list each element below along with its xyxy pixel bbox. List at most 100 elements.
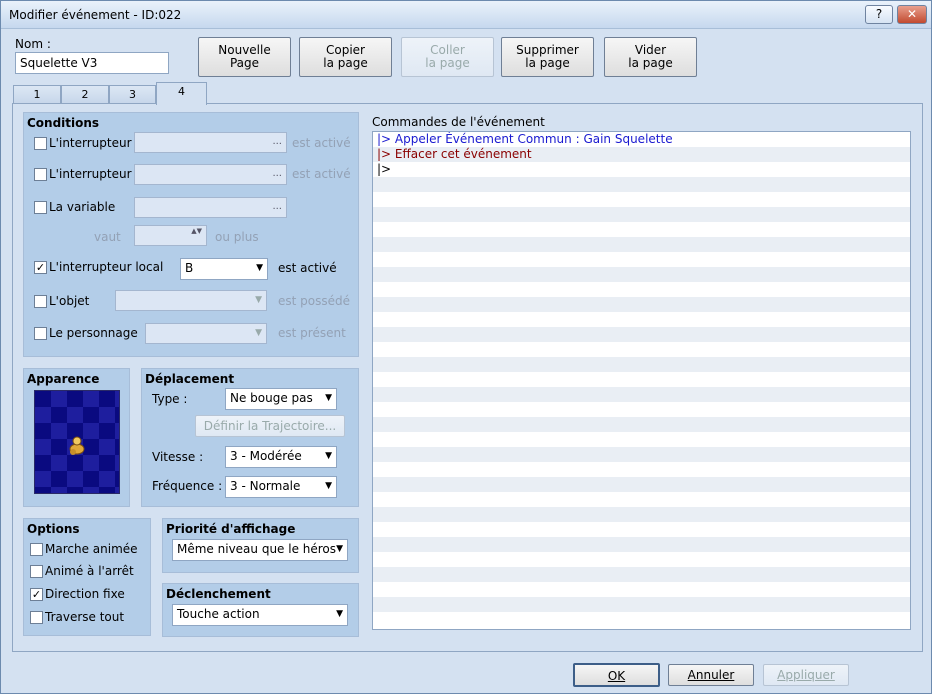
- step-anim-label: Animé à l'arrêt: [45, 564, 134, 578]
- actor-label: Le personnage: [49, 326, 138, 340]
- command-line[interactable]: [373, 312, 910, 327]
- through-label: Traverse tout: [45, 610, 125, 624]
- switch1-field[interactable]: ...: [134, 132, 287, 153]
- trigger-select[interactable]: Touche action ▼: [172, 604, 348, 626]
- close-button[interactable]: ✕: [897, 5, 927, 24]
- command-line[interactable]: [373, 537, 910, 552]
- self-switch-value: B: [185, 261, 194, 275]
- command-line[interactable]: [373, 282, 910, 297]
- help-button[interactable]: ?: [865, 5, 893, 24]
- command-line[interactable]: [373, 357, 910, 372]
- command-line[interactable]: |> Effacer cet événement: [373, 147, 910, 162]
- new-page-label-2: Page: [229, 56, 260, 70]
- item-checkbox[interactable]: [34, 295, 47, 308]
- self-switch-select[interactable]: B ▼: [180, 258, 268, 280]
- item-select[interactable]: ▼: [115, 290, 267, 311]
- priority-select[interactable]: Même niveau que le héros ▼: [172, 539, 348, 561]
- speed-select[interactable]: 3 - Modérée ▼: [225, 446, 337, 468]
- command-line[interactable]: [373, 522, 910, 537]
- copy-page-button[interactable]: Copier la page: [299, 37, 392, 77]
- ok-button[interactable]: OK: [573, 663, 660, 687]
- variable-value-spinner[interactable]: ▲▼: [134, 225, 207, 246]
- paste-page-button[interactable]: Coller la page: [401, 37, 494, 77]
- cancel-button[interactable]: Annuler: [668, 664, 754, 686]
- event-graphic[interactable]: [34, 390, 120, 494]
- command-line[interactable]: [373, 387, 910, 402]
- command-line[interactable]: [373, 252, 910, 267]
- command-line[interactable]: |>: [373, 162, 910, 177]
- trigger-value: Touche action: [177, 607, 260, 621]
- tab-3[interactable]: 3: [109, 85, 156, 104]
- delete-page-button[interactable]: Supprimer la page: [501, 37, 594, 77]
- actor-checkbox[interactable]: [34, 327, 47, 340]
- command-line[interactable]: [373, 327, 910, 342]
- command-line[interactable]: [373, 192, 910, 207]
- copy-page-label-2: la page: [323, 56, 368, 70]
- switch1-suffix: est activé: [292, 136, 351, 150]
- apply-label: Appliquer: [777, 668, 835, 682]
- command-line[interactable]: [373, 462, 910, 477]
- tab-4[interactable]: 4: [156, 82, 207, 105]
- command-line[interactable]: |> Appeler Événement Commun : Gain Squel…: [373, 132, 910, 147]
- variable-value-prefix: vaut: [94, 230, 121, 244]
- command-line[interactable]: [373, 477, 910, 492]
- command-line[interactable]: [373, 567, 910, 582]
- command-line[interactable]: [373, 297, 910, 312]
- actor-select[interactable]: ▼: [145, 323, 267, 344]
- chevron-down-icon: ▼: [325, 481, 332, 491]
- apply-button[interactable]: Appliquer: [763, 664, 849, 686]
- tab-2[interactable]: 2: [61, 85, 109, 104]
- chevron-down-icon: ▼: [255, 328, 262, 338]
- command-line[interactable]: [373, 447, 910, 462]
- tab-1[interactable]: 1: [13, 85, 61, 104]
- clear-page-label-2: la page: [628, 56, 673, 70]
- new-page-button[interactable]: Nouvelle Page: [198, 37, 291, 77]
- frequency-select[interactable]: 3 - Normale ▼: [225, 476, 337, 498]
- clear-page-button[interactable]: Vider la page: [604, 37, 697, 77]
- cancel-label: Annuler: [687, 668, 735, 682]
- command-line[interactable]: [373, 402, 910, 417]
- movement-title: Déplacement: [145, 372, 235, 386]
- chevron-down-icon: ▼: [325, 451, 332, 461]
- direction-fix-checkbox[interactable]: ✓: [30, 588, 43, 601]
- command-line[interactable]: [373, 342, 910, 357]
- variable-checkbox[interactable]: [34, 201, 47, 214]
- appearance-title: Apparence: [27, 372, 100, 386]
- command-line[interactable]: [373, 237, 910, 252]
- switch2-checkbox[interactable]: [34, 168, 47, 181]
- command-line[interactable]: [373, 612, 910, 627]
- move-type-select[interactable]: Ne bouge pas ▼: [225, 388, 337, 410]
- delete-page-label-2: la page: [525, 56, 570, 70]
- chevron-down-icon: ▼: [336, 544, 343, 554]
- priority-title: Priorité d'affichage: [166, 522, 296, 536]
- walk-anim-checkbox[interactable]: [30, 543, 43, 556]
- switch1-checkbox[interactable]: [34, 137, 47, 150]
- command-line[interactable]: [373, 207, 910, 222]
- conditions-title: Conditions: [27, 116, 100, 130]
- command-line[interactable]: [373, 267, 910, 282]
- frequency-label: Fréquence :: [152, 479, 223, 493]
- command-line[interactable]: [373, 492, 910, 507]
- self-switch-checkbox[interactable]: ✓: [34, 261, 47, 274]
- priority-value: Même niveau que le héros: [177, 542, 337, 556]
- self-switch-label: L'interrupteur local: [49, 260, 164, 274]
- command-line[interactable]: [373, 372, 910, 387]
- command-line[interactable]: [373, 507, 910, 522]
- options-title: Options: [27, 522, 80, 536]
- command-line[interactable]: [373, 177, 910, 192]
- command-line[interactable]: [373, 432, 910, 447]
- chevron-down-icon: ▼: [255, 295, 262, 305]
- window-title: Modifier événement - ID:022: [9, 8, 182, 22]
- step-anim-checkbox[interactable]: [30, 565, 43, 578]
- variable-field[interactable]: ...: [134, 197, 287, 218]
- command-line[interactable]: [373, 222, 910, 237]
- command-line[interactable]: [373, 552, 910, 567]
- command-line[interactable]: [373, 417, 910, 432]
- commands-list[interactable]: |> Appeler Événement Commun : Gain Squel…: [372, 131, 911, 630]
- command-line[interactable]: [373, 582, 910, 597]
- through-checkbox[interactable]: [30, 611, 43, 624]
- move-route-button[interactable]: Définir la Trajectoire...: [195, 415, 345, 437]
- command-line[interactable]: [373, 597, 910, 612]
- switch2-field[interactable]: ...: [134, 164, 287, 185]
- name-input[interactable]: Squelette V3: [15, 52, 169, 74]
